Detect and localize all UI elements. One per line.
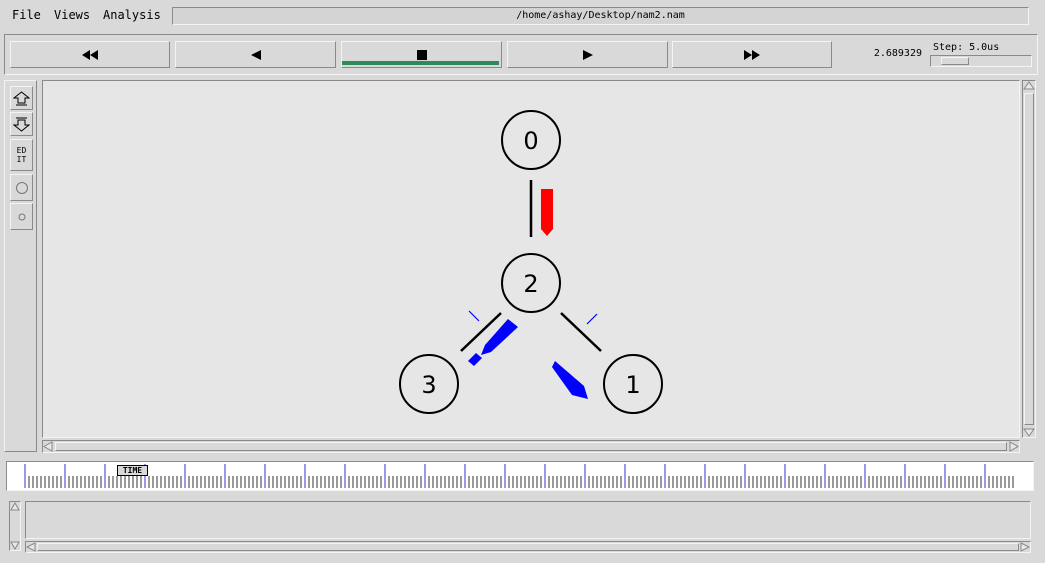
scroll-right-icon	[1009, 441, 1019, 452]
node-1-label: 1	[625, 371, 640, 399]
node-2-label: 2	[523, 270, 538, 298]
annotation-panel	[25, 501, 1031, 539]
node-0[interactable]: 0	[501, 110, 561, 170]
play-backward-button[interactable]	[175, 41, 336, 68]
packet-red	[541, 189, 553, 236]
active-indicator	[342, 61, 499, 65]
network-diagram: 0 2 3 1	[399, 110, 663, 414]
menu-analysis[interactable]: Analysis	[103, 8, 161, 22]
canvas-horizontal-scrollbar[interactable]	[42, 440, 1020, 453]
bottom-horizontal-scroll-thumb[interactable]	[37, 543, 1019, 551]
scroll-left-icon	[43, 441, 53, 452]
zoom-in-button[interactable]	[10, 86, 33, 110]
bottom-scroll-left-icon	[26, 542, 36, 552]
step-slider-handle[interactable]	[941, 57, 969, 65]
edit-button[interactable]: ED IT	[10, 139, 33, 171]
file-path-display: /home/ashay/Desktop/nam2.nam	[172, 7, 1029, 25]
bottom-scroll-right-icon	[1020, 542, 1030, 552]
packet-blue-right	[552, 361, 588, 399]
scroll-down-icon	[1023, 428, 1035, 437]
horizontal-scroll-thumb[interactable]	[55, 442, 1007, 451]
network-canvas[interactable]: 0 2 3 1	[42, 80, 1020, 438]
timeline-slider[interactable]: TIME	[6, 461, 1034, 491]
play-forward-button[interactable]	[507, 41, 668, 68]
node-2[interactable]: 2	[501, 253, 561, 313]
packet-blue-right-mark	[586, 313, 598, 325]
play-forward-icon	[582, 49, 593, 60]
node-0-label: 0	[523, 127, 538, 155]
fast-forward-button[interactable]	[672, 41, 832, 68]
circle-icon	[15, 181, 28, 194]
node-1[interactable]: 1	[603, 354, 663, 414]
fast-rewind-icon	[82, 49, 98, 60]
fast-forward-icon	[744, 49, 760, 60]
zoom-in-icon	[13, 90, 30, 105]
node-3-label: 3	[421, 371, 436, 399]
canvas-vertical-scrollbar[interactable]	[1022, 80, 1036, 438]
bottom-vertical-scrollbar[interactable]	[9, 501, 21, 551]
node-3[interactable]: 3	[399, 354, 459, 414]
bottom-horizontal-scrollbar[interactable]	[25, 541, 1031, 553]
packet-blue-left-mark	[468, 310, 480, 322]
circle-tool-button[interactable]	[10, 174, 33, 201]
menu-file[interactable]: File	[12, 8, 41, 22]
menu-views[interactable]: Views	[54, 8, 90, 22]
vertical-scroll-thumb[interactable]	[1024, 93, 1034, 425]
time-marker[interactable]: TIME	[117, 465, 148, 476]
packet-blue-left-small	[468, 353, 482, 366]
bottom-scroll-down-icon	[10, 541, 20, 550]
rewind-button[interactable]	[10, 41, 170, 68]
packet-blue-left	[481, 319, 518, 355]
stop-icon	[416, 49, 427, 60]
bottom-scroll-up-icon	[10, 502, 20, 511]
small-circle-tool-button[interactable]	[10, 203, 33, 230]
play-backward-icon	[250, 49, 261, 60]
step-label: Step: 5.0us	[933, 42, 1000, 53]
small-circle-icon	[18, 213, 25, 220]
timeline-ticks	[24, 464, 1014, 488]
zoom-out-button[interactable]	[10, 112, 33, 136]
step-slider[interactable]	[930, 55, 1032, 67]
scroll-up-icon	[1023, 81, 1035, 90]
zoom-out-icon	[13, 117, 30, 132]
time-display: 2.689329	[873, 48, 922, 59]
link-2-1	[560, 312, 602, 352]
